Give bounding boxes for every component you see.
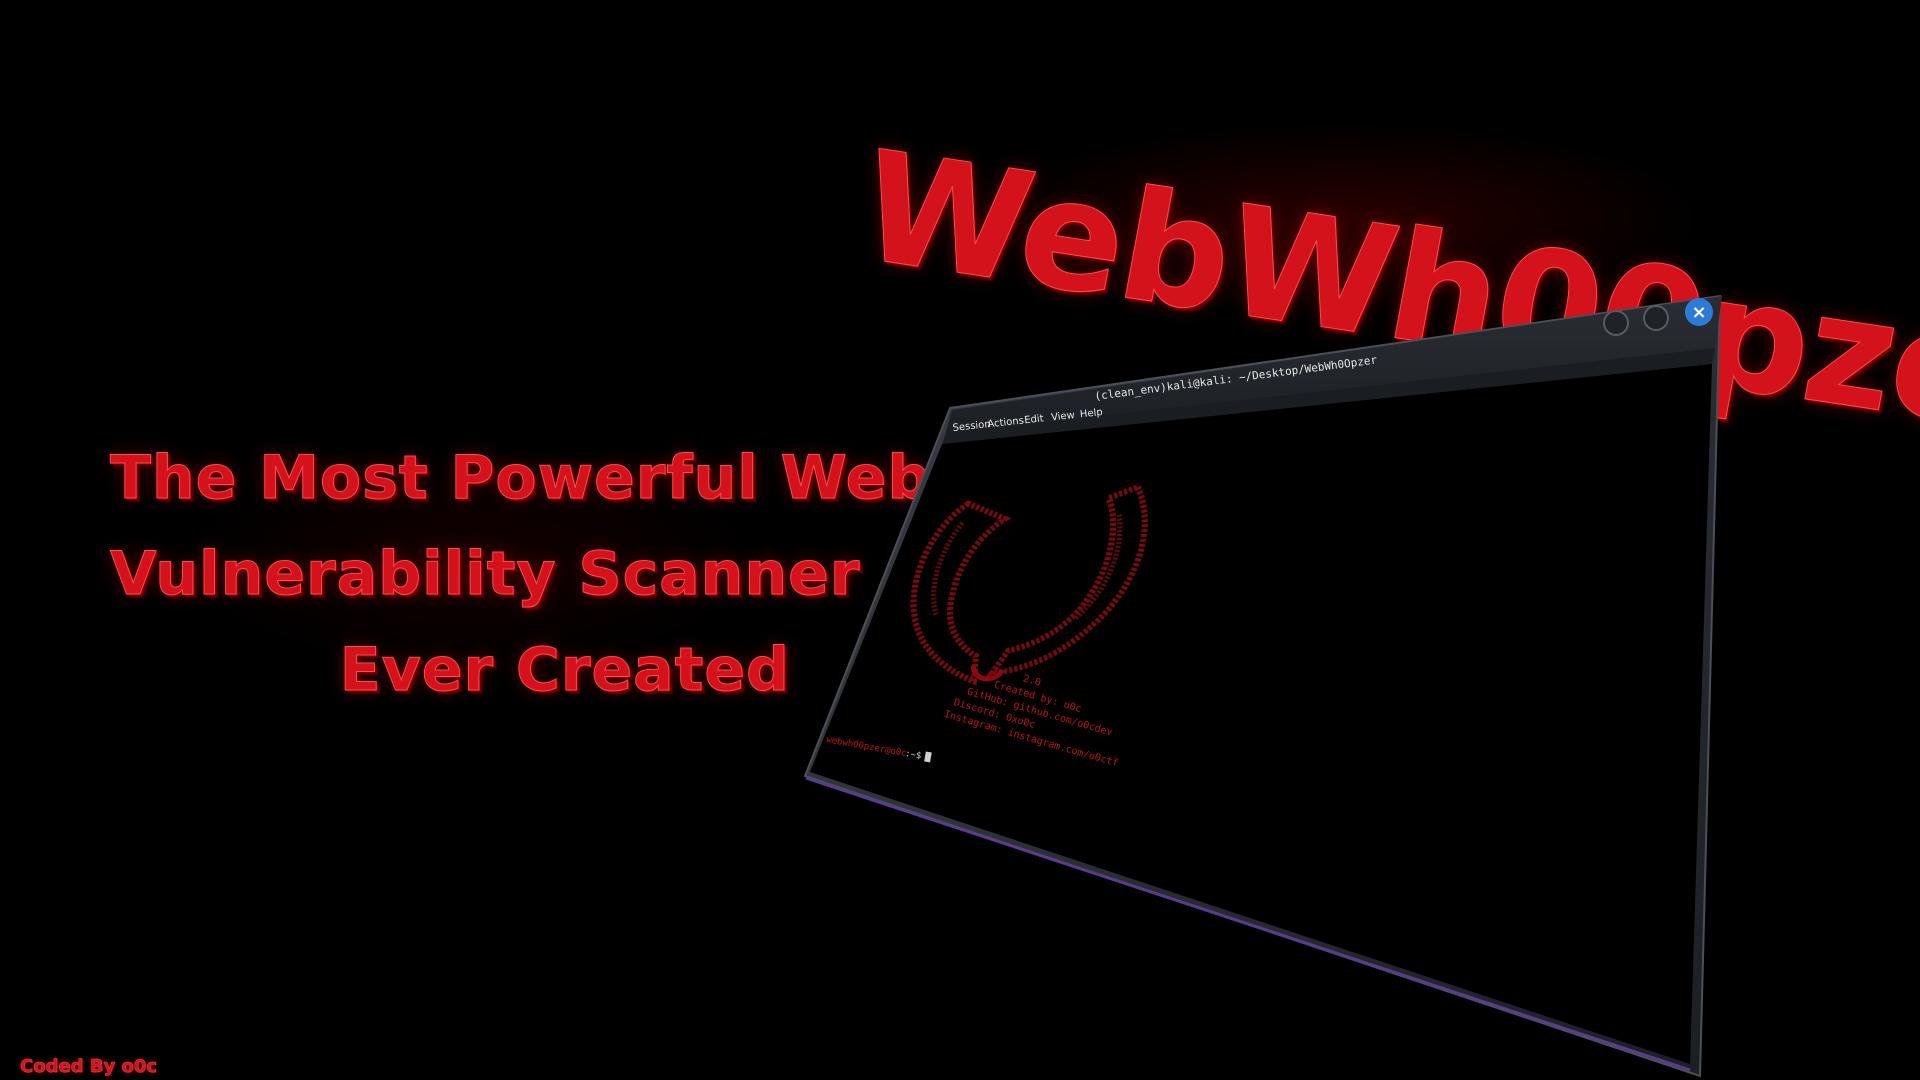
maximize-icon[interactable] (1643, 305, 1669, 331)
menu-edit[interactable]: Edit (1024, 413, 1045, 426)
terminal-window: × (clean_env)kali@kali: ~/Desktop/WebWh0… (0, 0, 1920, 1080)
credit-text: Coded By o0c (20, 1056, 158, 1078)
terminal-window-svg: × (clean_env)kali@kali: ~/Desktop/WebWh0… (803, 294, 1722, 1078)
minimize-icon[interactable] (1603, 310, 1629, 336)
close-glyph: × (1691, 302, 1706, 323)
